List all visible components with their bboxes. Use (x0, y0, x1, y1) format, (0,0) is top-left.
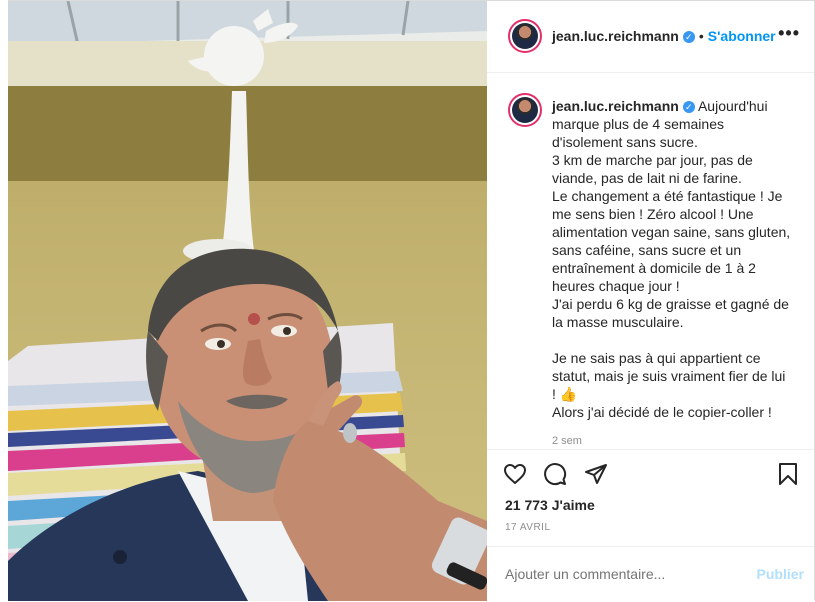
more-options-icon[interactable]: ••• (778, 23, 800, 44)
separator-dot: • (698, 28, 704, 44)
caption-text: jean.luc.reichmann ✓ Aujourd'hui marque p… (552, 97, 797, 421)
caption-line: J'ai perdu 6 kg de graisse et gagné de (552, 296, 789, 312)
comment-bar: Publier (487, 546, 814, 602)
caption-line: Alors j'ai décidé de le copier-coller ! (552, 404, 772, 420)
caption-line: viande, pas de lait ni de farine. (552, 170, 742, 186)
post-actions: 21 773 J'aime 17 AVRIL Publier (487, 449, 814, 601)
like-count[interactable]: 21 773 J'aime (505, 497, 595, 513)
heart-icon[interactable] (503, 462, 527, 491)
caption-line: la masse musculaire. (552, 314, 684, 330)
comment-icon[interactable] (543, 462, 567, 491)
post-date[interactable]: 17 AVRIL (505, 522, 551, 533)
caption-line: marque plus de 4 semaines (552, 116, 724, 132)
post-photo[interactable] (8, 1, 487, 601)
action-icons (503, 462, 620, 488)
instagram-post: jean.luc.reichmann ✓ • S'abonner ••• jean.l… (8, 0, 815, 601)
post-header: jean.luc.reichmann ✓ • S'abonner ••• (487, 1, 814, 73)
caption-line: Le changement a été fantastique ! Je (552, 188, 783, 204)
share-icon[interactable] (584, 462, 608, 491)
caption-line: sans caféine, sans sucre et un (552, 242, 742, 258)
caption-line (552, 331, 797, 349)
post-sidebar: jean.luc.reichmann ✓ • S'abonner ••• jean.l… (487, 1, 814, 600)
header-meta: jean.luc.reichmann ✓ • S'abonner (552, 28, 776, 44)
caption-area: jean.luc.reichmann ✓ Aujourd'hui marque p… (487, 73, 814, 448)
caption-timestamp[interactable]: 2 sem (552, 435, 582, 447)
caption-verified-badge-icon: ✓ (682, 101, 695, 114)
username-link[interactable]: jean.luc.reichmann (552, 28, 679, 44)
verified-badge-icon: ✓ (682, 31, 695, 44)
caption-line: alimentation vegan saine, sans gluten, (552, 224, 791, 240)
avatar[interactable] (508, 19, 542, 53)
caption-username-link[interactable]: jean.luc.reichmann (552, 98, 679, 114)
caption-line: Aujourd'hui (697, 98, 768, 114)
caption-avatar[interactable] (508, 93, 542, 127)
caption-line: statut, mais je suis vraiment fier de lu… (552, 368, 786, 384)
caption-line: Je ne sais pas à qui appartient ce (552, 350, 761, 366)
comment-input[interactable] (505, 566, 725, 582)
caption-line: me sens bien ! Zéro alcool ! Une (552, 206, 754, 222)
caption-line: entraînement à domicile de 1 à 2 (552, 260, 756, 276)
caption-line: d'isolement sans sucre. (552, 134, 698, 150)
caption-line: 3 km de marche par jour, pas de (552, 152, 753, 168)
bookmark-icon[interactable] (776, 462, 800, 491)
publish-button[interactable]: Publier (757, 566, 804, 582)
caption-line: ! 👍 (552, 386, 578, 402)
follow-button[interactable]: S'abonner (708, 28, 776, 44)
caption-line: heures chaque jour ! (552, 278, 680, 294)
photo-illustration (8, 1, 487, 601)
